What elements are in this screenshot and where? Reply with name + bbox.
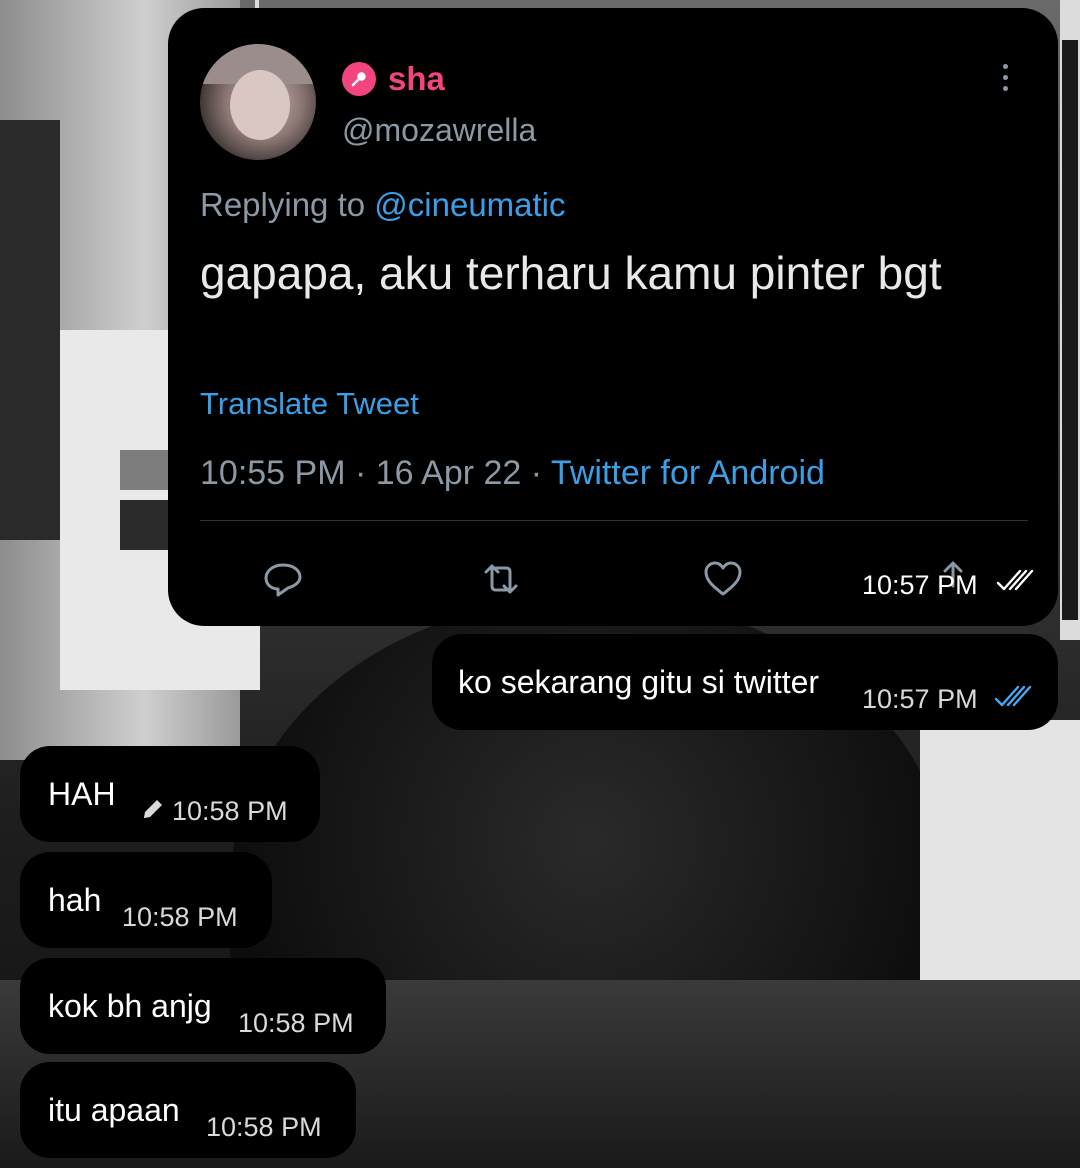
tweet-time: 10:55 PM — [200, 454, 346, 492]
divider — [200, 520, 1028, 521]
message-time: 10:57 PM — [862, 684, 978, 714]
message-text: hah — [48, 882, 102, 918]
replying-to: Replying to @cineumatic — [200, 186, 566, 223]
edited-pencil-icon — [140, 796, 166, 827]
display-name-row[interactable]: sha — [342, 60, 445, 98]
incoming-message[interactable]: hah 10:58 PM — [20, 852, 272, 948]
message-text: ko sekarang gitu si twitter — [458, 664, 820, 700]
message-text: itu apaan — [48, 1092, 180, 1128]
mic-icon — [342, 62, 376, 96]
more-icon[interactable] — [1000, 64, 1010, 98]
message-time: 10:57 PM — [862, 570, 978, 600]
message-time: 10:58 PM — [172, 796, 288, 826]
tweet-card-message[interactable]: sha @mozawrella Replying to @cineumatic … — [168, 8, 1058, 626]
like-icon[interactable] — [700, 556, 746, 602]
message-time: 10:58 PM — [122, 902, 238, 932]
username[interactable]: @mozawrella — [342, 112, 536, 149]
avatar[interactable] — [200, 44, 316, 160]
tweet-date: 16 Apr 22 — [375, 454, 522, 492]
message-time: 10:58 PM — [238, 1008, 354, 1038]
incoming-message[interactable]: kok bh anjg 10:58 PM — [20, 958, 386, 1054]
tweet-meta: 10:55 PM · 16 Apr 22 · Twitter for Andro… — [200, 454, 825, 492]
message-text: HAH — [48, 776, 116, 812]
message-text: kok bh anjg — [48, 988, 212, 1024]
retweet-icon[interactable] — [478, 556, 524, 602]
reply-handle-link[interactable]: @cineumatic — [374, 186, 565, 223]
tweet-source-link[interactable]: Twitter for Android — [551, 454, 825, 492]
message-time: 10:58 PM — [206, 1112, 322, 1142]
double-check-icon — [996, 568, 1036, 599]
translate-tweet-link[interactable]: Translate Tweet — [200, 386, 419, 422]
background-strip — [1062, 40, 1078, 620]
outgoing-message[interactable]: ko sekarang gitu si twitter 10:57 PM — [432, 634, 1058, 730]
double-check-icon — [994, 684, 1034, 715]
incoming-message[interactable]: HAH 10:58 PM — [20, 746, 320, 842]
background-sign — [920, 720, 1080, 980]
tweet-text: gapapa, aku terharu kamu pinter bgt — [200, 247, 942, 299]
incoming-message[interactable]: itu apaan 10:58 PM — [20, 1062, 356, 1158]
reply-icon[interactable] — [260, 556, 306, 602]
display-name: sha — [388, 60, 445, 97]
background-door — [0, 120, 60, 540]
